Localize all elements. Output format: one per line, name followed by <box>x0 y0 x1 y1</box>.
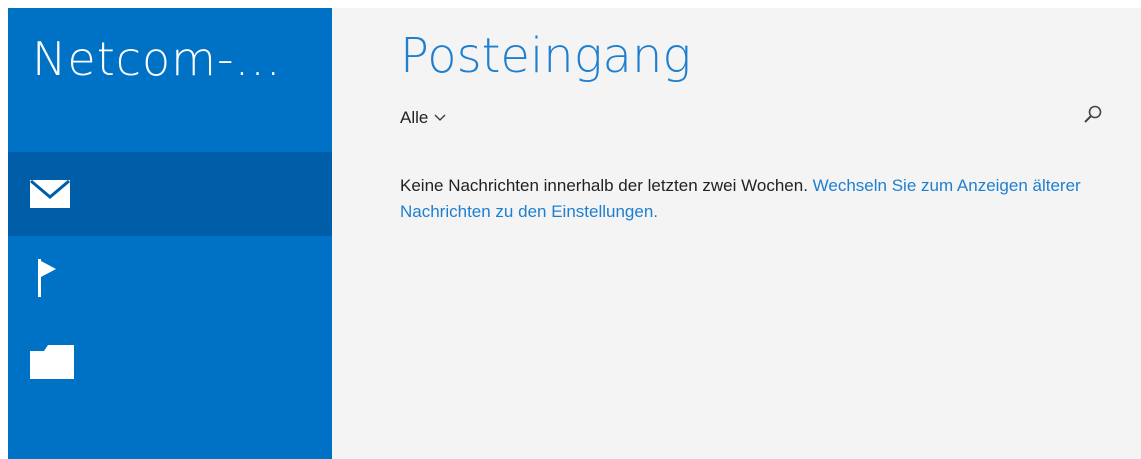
main-content: Posteingang Alle Keine Nachrichten inner… <box>332 8 1141 459</box>
sidebar-item-mail[interactable] <box>8 152 332 236</box>
filter-dropdown[interactable]: Alle <box>400 108 446 128</box>
flag-icon <box>38 259 56 297</box>
folder-icon <box>30 345 74 379</box>
page-title: Posteingang <box>400 28 692 84</box>
filter-label: Alle <box>400 108 429 127</box>
search-icon <box>1084 105 1102 123</box>
sidebar-item-flagged[interactable] <box>8 236 332 320</box>
empty-message-text: Keine Nachrichten innerhalb der letzten … <box>400 176 808 195</box>
empty-message: Keine Nachrichten innerhalb der letzten … <box>400 173 1100 225</box>
mail-icon <box>30 180 70 208</box>
sidebar: Netcom-... <box>8 8 332 459</box>
search-button[interactable] <box>1082 104 1104 131</box>
account-name[interactable]: Netcom-... <box>32 32 281 86</box>
sidebar-item-folders[interactable] <box>8 320 332 404</box>
chevron-down-icon <box>434 114 446 121</box>
